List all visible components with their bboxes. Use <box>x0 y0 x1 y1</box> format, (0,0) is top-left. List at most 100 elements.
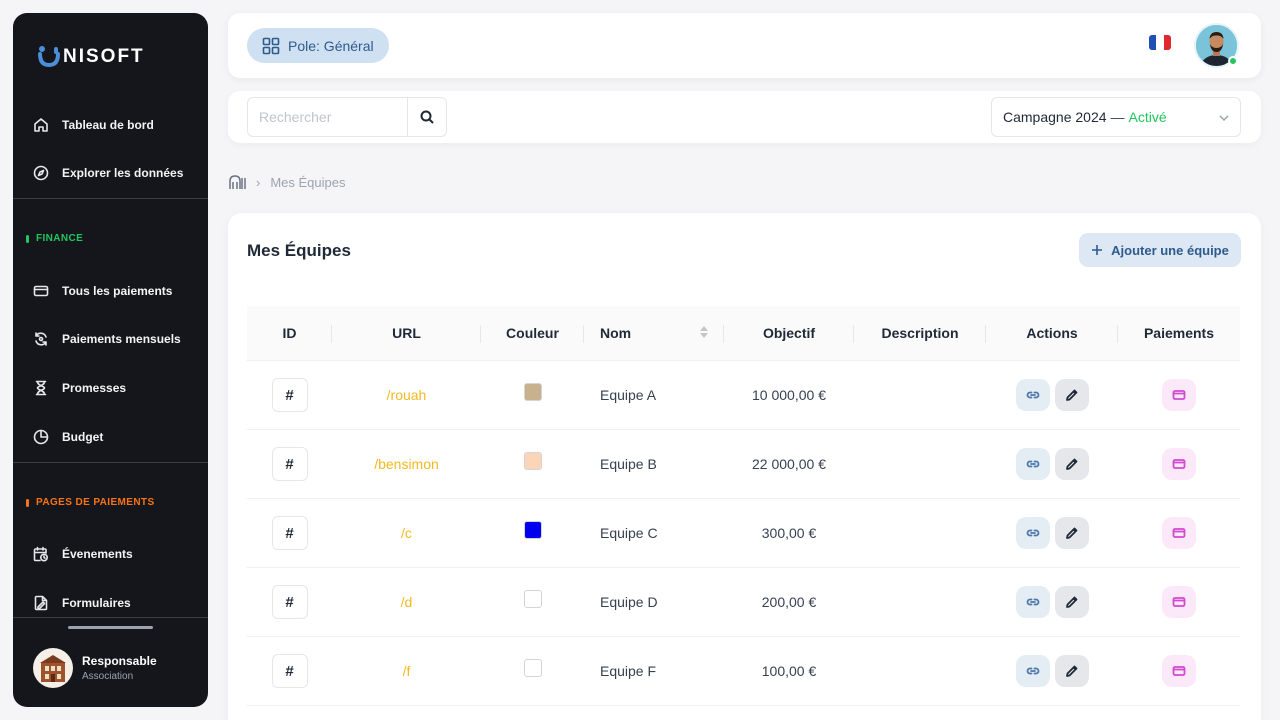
cell-color <box>481 430 584 499</box>
pencil-icon <box>1065 458 1077 470</box>
campaign-select[interactable]: Campagne 2024 — Activé <box>991 97 1241 137</box>
nav-budget[interactable]: Budget <box>33 429 103 445</box>
copy-link-button[interactable] <box>1015 655 1050 687</box>
column-header-actions: Actions <box>986 306 1118 361</box>
cell-actions <box>986 430 1118 499</box>
column-header-url: URL <box>332 306 481 361</box>
link-icon <box>1026 391 1039 399</box>
cell-id: # <box>247 568 332 637</box>
user-name: Responsable <box>82 654 157 668</box>
french-flag-icon[interactable] <box>1149 35 1171 50</box>
nav-explorer-donnees[interactable]: Explorer les données <box>33 165 183 181</box>
payments-button[interactable] <box>1162 448 1196 480</box>
id-hash-button[interactable]: # <box>271 378 308 412</box>
cell-actions <box>986 637 1118 706</box>
id-hash-button[interactable]: # <box>271 654 308 688</box>
cell-actions <box>986 568 1118 637</box>
cell-objective: 22 000,00 € <box>752 456 826 472</box>
edit-button[interactable] <box>1054 655 1089 687</box>
home-icon <box>34 118 48 132</box>
institution-icon[interactable] <box>229 174 246 190</box>
pencil-icon <box>1065 665 1077 677</box>
cell-description <box>854 430 986 499</box>
nav-tous-paiements[interactable]: Tous les paiements <box>33 283 172 299</box>
cell-payments <box>1118 430 1240 499</box>
nav-label: Budget <box>62 430 104 444</box>
refresh-icon <box>35 332 47 346</box>
team-url-link[interactable]: /d <box>401 594 413 610</box>
color-swatch <box>523 521 542 539</box>
sidebar-divider <box>13 617 208 618</box>
cell-description <box>854 637 986 706</box>
column-header-color: Couleur <box>481 306 584 361</box>
nav-label: Promesses <box>62 381 127 395</box>
nav-paiements-mensuels[interactable]: Paiements mensuels <box>33 331 181 347</box>
add-team-button[interactable]: Ajouter une équipe <box>1079 233 1241 267</box>
calendar-clock-icon <box>33 546 49 562</box>
id-hash-button[interactable]: # <box>271 516 308 550</box>
cell-name: Equipe F <box>600 663 657 679</box>
logo-text: NISOFT <box>63 46 145 67</box>
nav-evenements[interactable]: Évenements <box>33 546 133 562</box>
team-url-link[interactable]: /bensimon <box>374 456 439 472</box>
payments-button[interactable] <box>1162 655 1196 687</box>
column-header-description: Description <box>854 306 986 361</box>
link-icon <box>1026 598 1039 606</box>
copy-link-button[interactable] <box>1015 448 1050 480</box>
column-header-id: ID <box>247 306 332 361</box>
cell-color <box>481 568 584 637</box>
payments-button[interactable] <box>1162 379 1196 411</box>
id-hash-button[interactable]: # <box>271 585 308 619</box>
column-header-name-label: Nom <box>600 325 632 341</box>
payments-button[interactable] <box>1162 517 1196 549</box>
column-header-name[interactable]: Nom <box>584 306 724 361</box>
copy-link-button[interactable] <box>1015 379 1050 411</box>
cell-payments <box>1118 568 1240 637</box>
cell-id: # <box>247 637 332 706</box>
copy-link-button[interactable] <box>1015 517 1050 549</box>
team-url-link[interactable]: /f <box>403 663 411 679</box>
payments-button[interactable] <box>1162 586 1196 618</box>
copy-link-button[interactable] <box>1015 586 1050 618</box>
section-finance-title: FINANCE <box>36 233 84 244</box>
account-avatar[interactable] <box>1194 23 1239 79</box>
cell-name: Equipe B <box>600 456 657 472</box>
search-input[interactable] <box>247 97 408 137</box>
nav-tableau-de-bord[interactable]: Tableau de bord <box>33 117 154 133</box>
edit-button[interactable] <box>1054 517 1089 549</box>
table-row: # /c Equipe C 300,00 € <box>247 499 1240 568</box>
table-row: # /d Equipe D 200,00 € <box>247 568 1240 637</box>
campaign-status: Activé <box>1128 109 1167 125</box>
edit-button[interactable] <box>1054 379 1089 411</box>
cell-payments <box>1118 637 1240 706</box>
credit-card-icon <box>1172 666 1186 676</box>
sidebar-scroll-handle[interactable] <box>68 626 153 629</box>
team-url-link[interactable]: /c <box>401 525 412 541</box>
nav-promesses[interactable]: Promesses <box>33 380 126 396</box>
cell-description <box>854 361 986 430</box>
search-icon <box>420 110 434 124</box>
credit-card-icon <box>1172 597 1186 607</box>
table-header: ID URL Couleur Nom Objectif Description … <box>247 306 1240 361</box>
cell-actions <box>986 499 1118 568</box>
breadcrumb: › Mes Équipes <box>229 174 346 190</box>
page-title: Mes Équipes <box>247 241 351 260</box>
id-hash-button[interactable]: # <box>271 447 308 481</box>
edit-button[interactable] <box>1054 448 1089 480</box>
table-body: # /rouah Equipe A 10 000,00 € # /bensimo… <box>247 361 1240 706</box>
logo[interactable]: NISOFT <box>37 45 145 69</box>
sort-icon[interactable] <box>700 325 708 338</box>
pole-label: Pole: Général <box>288 37 374 54</box>
chevron-down-icon <box>1219 115 1229 122</box>
building-icon <box>40 655 66 682</box>
section-finance: FINANCE <box>26 233 83 244</box>
color-swatch <box>523 452 542 470</box>
nav-formulaires[interactable]: Formulaires <box>33 595 131 611</box>
user-profile[interactable]: Responsable Association <box>33 648 157 688</box>
credit-card-icon <box>33 285 49 297</box>
search-button[interactable] <box>407 97 447 137</box>
pole-selector-button[interactable]: Pole: Général <box>247 28 389 63</box>
edit-button[interactable] <box>1054 586 1089 618</box>
team-url-link[interactable]: /rouah <box>387 387 427 403</box>
cell-color <box>481 499 584 568</box>
